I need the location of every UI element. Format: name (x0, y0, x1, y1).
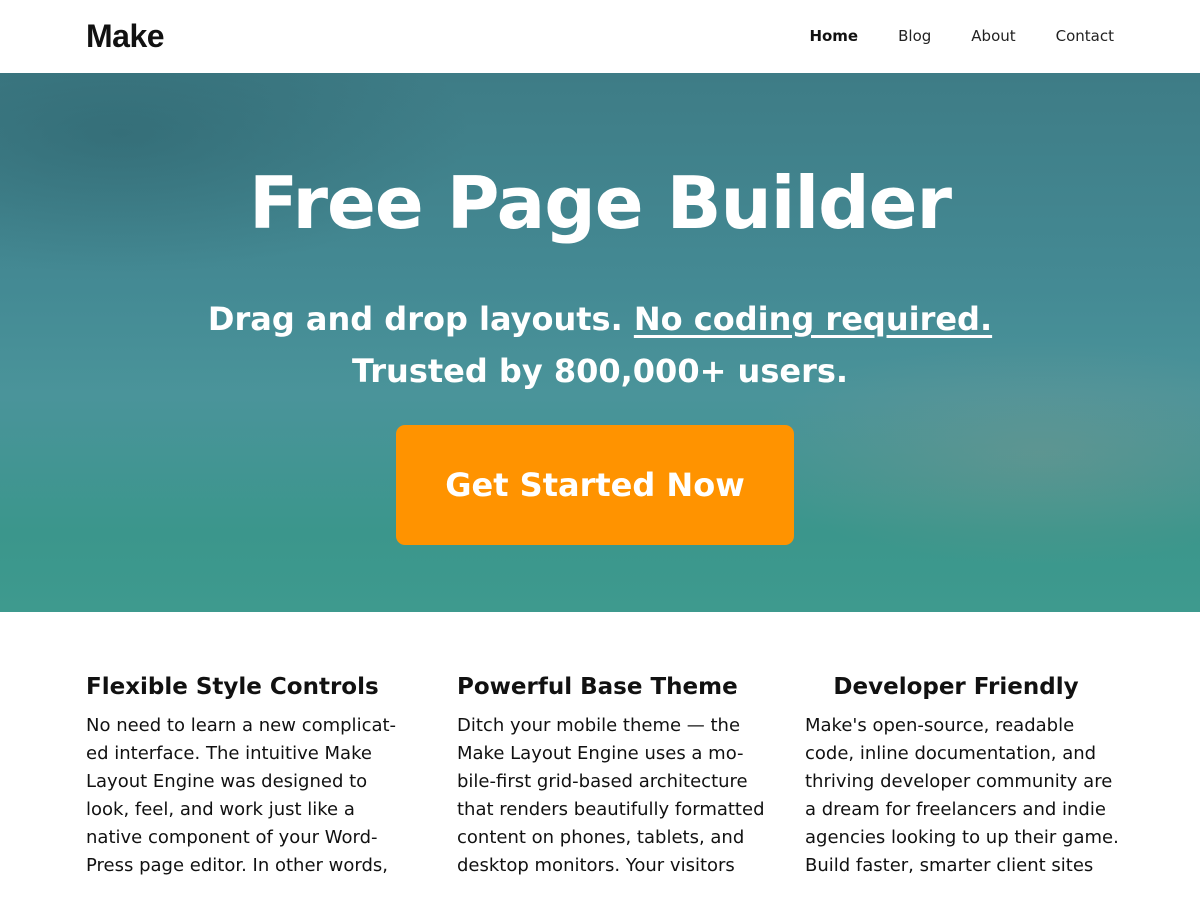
feature-text: Ditch your mobile theme — the Make Layou… (457, 715, 765, 876)
no-coding-link[interactable]: No coding required. (634, 300, 992, 338)
feature-text: No need to learn a new complicat- ed int… (86, 715, 397, 876)
hero-title: Free Page Builder (248, 161, 952, 245)
features-section: Flexible Style Controls No need to learn… (0, 612, 1200, 900)
site-header: Make Home Blog About Contact (0, 0, 1200, 73)
hero-banner: Free Page Builder Drag and drop layouts.… (0, 73, 1200, 612)
main-nav: Home Blog About Contact (769, 27, 1114, 45)
hero-trust-text: Trusted by 800,000+ users. (351, 352, 849, 390)
nav-item-contact[interactable]: Contact (1056, 27, 1114, 45)
feature-title: Flexible Style Controls (86, 674, 379, 700)
nav-item-home[interactable]: Home (809, 27, 858, 45)
feature-flexible-style: Flexible Style Controls No need to learn… (86, 674, 406, 880)
feature-title: Powerful Base Theme (457, 674, 738, 700)
hero-subtitle: Drag and drop layouts. No coding require… (0, 293, 1200, 397)
feature-developer-friendly: Developer Friendly Make's open-source, r… (805, 674, 1125, 880)
feature-title: Developer Friendly (833, 674, 1079, 700)
nav-item-about[interactable]: About (971, 27, 1015, 45)
hero-subtitle-text: Drag and drop layouts. (207, 300, 634, 338)
feature-base-theme: Powerful Base Theme Ditch your mobile th… (457, 674, 777, 880)
nav-item-blog[interactable]: Blog (898, 27, 931, 45)
site-logo[interactable]: Make (86, 18, 165, 55)
feature-text: Make's open-source, readable code, inlin… (805, 715, 1119, 876)
get-started-button[interactable]: Get Started Now (396, 425, 794, 545)
